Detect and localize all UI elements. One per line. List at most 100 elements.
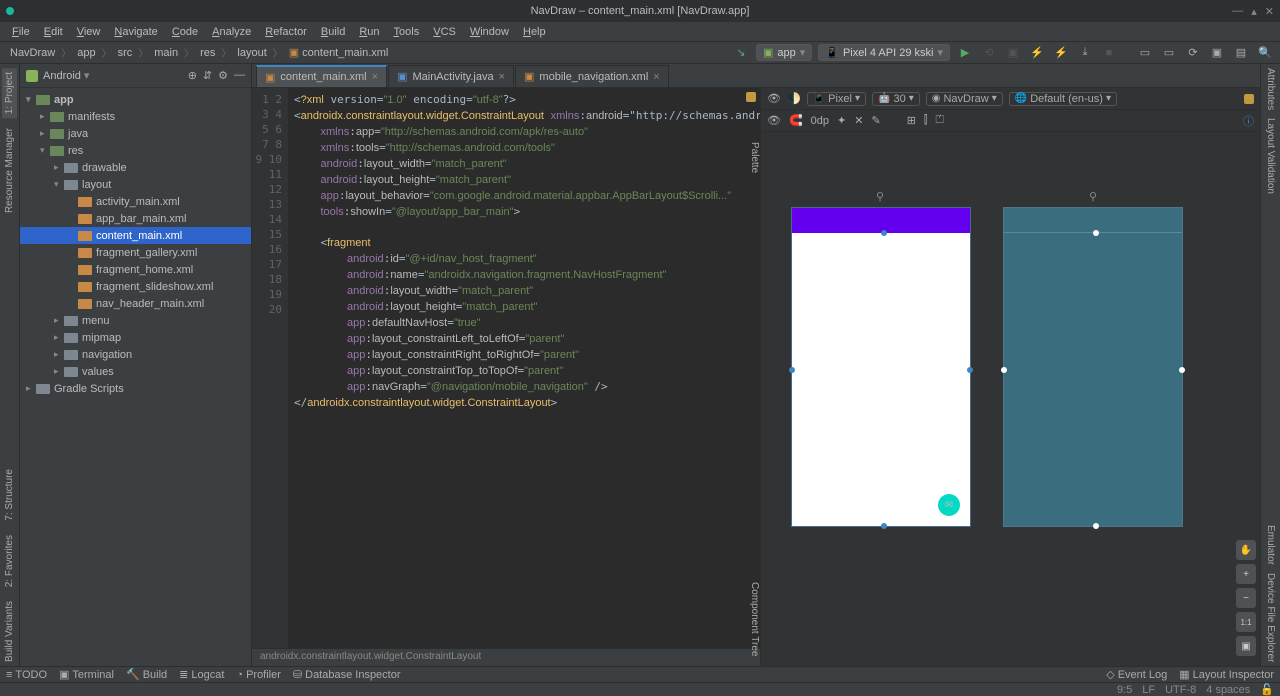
breadcrumb-item[interactable]: layout bbox=[233, 47, 270, 59]
handle-bottom[interactable] bbox=[881, 523, 887, 529]
run-icon[interactable]: ▶ bbox=[956, 44, 974, 62]
handle-left[interactable] bbox=[789, 367, 795, 373]
tree-node[interactable]: ▸mipmap bbox=[20, 329, 251, 346]
tab-event-log[interactable]: ◇ Event Log bbox=[1106, 668, 1167, 681]
breadcrumb-item[interactable]: res bbox=[196, 47, 219, 59]
lock-icon[interactable]: 🔓 bbox=[1260, 683, 1274, 696]
tab-profiler[interactable]: ◔ Profiler bbox=[236, 669, 281, 681]
eye-icon[interactable]: 👁 bbox=[767, 114, 781, 127]
handle-right[interactable] bbox=[1179, 367, 1185, 373]
magnet-icon[interactable]: 🧲 bbox=[789, 114, 803, 127]
tree-node[interactable]: ▸values bbox=[20, 363, 251, 380]
handle-top[interactable] bbox=[881, 230, 887, 236]
tree-node[interactable]: ▸Gradle Scripts bbox=[20, 380, 251, 397]
clear-icon[interactable]: ✕ bbox=[854, 114, 863, 127]
encoding[interactable]: UTF-8 bbox=[1165, 684, 1196, 696]
code-content[interactable]: <?xml version="1.0" encoding="utf-8"?> <… bbox=[288, 88, 760, 648]
tab-favorites[interactable]: 2: Favorites bbox=[2, 531, 17, 591]
editor-tab[interactable]: ▣mobile_navigation.xml × bbox=[515, 65, 669, 87]
editor-tab[interactable]: ▣MainActivity.java × bbox=[388, 65, 514, 87]
menu-tools[interactable]: Tools bbox=[388, 24, 426, 40]
menu-help[interactable]: Help bbox=[517, 24, 552, 40]
minimize-icon[interactable]: — bbox=[1232, 5, 1243, 18]
apply-code-icon[interactable]: ⚡ bbox=[1052, 44, 1070, 62]
guideline-icon[interactable]: ⫿ bbox=[924, 114, 928, 127]
tab-structure[interactable]: 7: Structure bbox=[2, 465, 17, 525]
tree-node[interactable]: ▸menu bbox=[20, 312, 251, 329]
stop-icon[interactable]: ■ bbox=[1100, 44, 1118, 62]
gear-icon[interactable]: ⚙ bbox=[218, 69, 228, 82]
menu-edit[interactable]: Edit bbox=[38, 24, 69, 40]
barrier-icon[interactable]: ⏍ bbox=[935, 114, 943, 127]
menu-view[interactable]: View bbox=[71, 24, 107, 40]
attach-debugger-icon[interactable]: ⤓ bbox=[1076, 44, 1094, 62]
editor-tab[interactable]: ▣content_main.xml × bbox=[256, 65, 387, 87]
tree-node[interactable]: nav_header_main.xml bbox=[20, 295, 251, 312]
menu-window[interactable]: Window bbox=[464, 24, 515, 40]
design-preview[interactable]: ✉ bbox=[791, 207, 971, 527]
tab-terminal[interactable]: ▣ Terminal bbox=[59, 668, 114, 681]
tree-node[interactable]: ▸drawable bbox=[20, 159, 251, 176]
apply-changes-icon[interactable]: ⚡ bbox=[1028, 44, 1046, 62]
build-icon[interactable]: ↘ bbox=[732, 44, 750, 62]
avd-icon[interactable]: ▭ bbox=[1136, 44, 1154, 62]
tab-project[interactable]: 1: Project bbox=[2, 68, 17, 118]
menu-file[interactable]: File bbox=[6, 24, 36, 40]
code-editor[interactable]: 1 2 3 4 5 6 7 8 9 10 11 12 13 14 15 16 1… bbox=[252, 88, 760, 648]
tab-todo[interactable]: ≡ TODO bbox=[6, 669, 47, 681]
tree-node[interactable]: content_main.xml bbox=[20, 227, 251, 244]
sync-icon[interactable]: ⟳ bbox=[1184, 44, 1202, 62]
tree-node[interactable]: ▸java bbox=[20, 125, 251, 142]
design-canvas[interactable]: ⚲ ⚲ ✉ bbox=[761, 132, 1260, 666]
device-picker[interactable]: 📱 Pixel ▾ bbox=[807, 92, 866, 106]
search-icon[interactable]: 🔍 bbox=[1256, 44, 1274, 62]
info-icon[interactable]: ⓘ bbox=[1243, 113, 1254, 129]
breadcrumb-item[interactable]: ▣content_main.xml bbox=[285, 46, 393, 59]
menu-navigate[interactable]: Navigate bbox=[108, 24, 163, 40]
close-icon[interactable]: ✕ bbox=[1265, 5, 1274, 18]
zoom-reset-icon[interactable]: ▣ bbox=[1236, 636, 1256, 656]
coverage-icon[interactable]: ▣ bbox=[1004, 44, 1022, 62]
design-warning-icon[interactable] bbox=[1244, 94, 1254, 104]
pencil-icon[interactable]: ✎ bbox=[871, 114, 880, 127]
tree-node[interactable]: app_bar_main.xml bbox=[20, 210, 251, 227]
tree-node[interactable]: fragment_slideshow.xml bbox=[20, 278, 251, 295]
wand-icon[interactable]: ✦ bbox=[837, 114, 846, 127]
tree-node[interactable]: fragment_home.xml bbox=[20, 261, 251, 278]
settings-icon[interactable]: ▣ bbox=[1208, 44, 1226, 62]
breadcrumb-item[interactable]: main bbox=[150, 47, 182, 59]
run-config-dropdown[interactable]: ▣app▾ bbox=[756, 44, 812, 61]
tab-build[interactable]: 🔨 Build bbox=[126, 668, 167, 681]
project-structure-icon[interactable]: ▤ bbox=[1232, 44, 1250, 62]
breadcrumb-item[interactable]: app bbox=[73, 47, 99, 59]
debug-icon[interactable]: ⟲ bbox=[980, 44, 998, 62]
tab-build-variants[interactable]: Build Variants bbox=[2, 597, 17, 666]
editor-breadcrumb[interactable]: androidx.constraintlayout.widget.Constra… bbox=[252, 648, 760, 666]
palette-tab[interactable]: Palette bbox=[747, 136, 762, 179]
tree-node[interactable]: ▸manifests bbox=[20, 108, 251, 125]
tree-node[interactable]: ▾layout bbox=[20, 176, 251, 193]
handle-right[interactable] bbox=[967, 367, 973, 373]
tab-resource-manager[interactable]: Resource Manager bbox=[2, 124, 17, 217]
menu-refactor[interactable]: Refactor bbox=[259, 24, 313, 40]
tab-logcat[interactable]: ≣ Logcat bbox=[179, 668, 224, 681]
maximize-icon[interactable]: ▴ bbox=[1251, 5, 1257, 18]
tree-node[interactable]: fragment_gallery.xml bbox=[20, 244, 251, 261]
component-tree-tab[interactable]: Component Tree bbox=[747, 576, 762, 663]
tab-emulator[interactable]: Emulator bbox=[1263, 521, 1278, 569]
tab-layout-inspector[interactable]: ▦ Layout Inspector bbox=[1179, 668, 1274, 681]
project-tree[interactable]: ▾app▸manifests▸java▾res▸drawable▾layouta… bbox=[20, 88, 251, 666]
tree-node[interactable]: ▾res bbox=[20, 142, 251, 159]
collapse-icon[interactable]: ⇵ bbox=[203, 69, 212, 82]
theme-picker[interactable]: ◉ NavDraw ▾ bbox=[926, 92, 1003, 106]
zoom-in-icon[interactable]: + bbox=[1236, 564, 1256, 584]
zoom-out-icon[interactable]: − bbox=[1236, 588, 1256, 608]
tree-node[interactable]: ▸navigation bbox=[20, 346, 251, 363]
line-separator[interactable]: LF bbox=[1142, 684, 1155, 696]
pan-icon[interactable]: ✋ bbox=[1236, 540, 1256, 560]
menu-run[interactable]: Run bbox=[353, 24, 385, 40]
handle-top[interactable] bbox=[1093, 230, 1099, 236]
tab-database[interactable]: ⛁ Database Inspector bbox=[293, 668, 401, 681]
blueprint-preview[interactable] bbox=[1003, 207, 1183, 527]
handle-bottom[interactable] bbox=[1093, 523, 1099, 529]
